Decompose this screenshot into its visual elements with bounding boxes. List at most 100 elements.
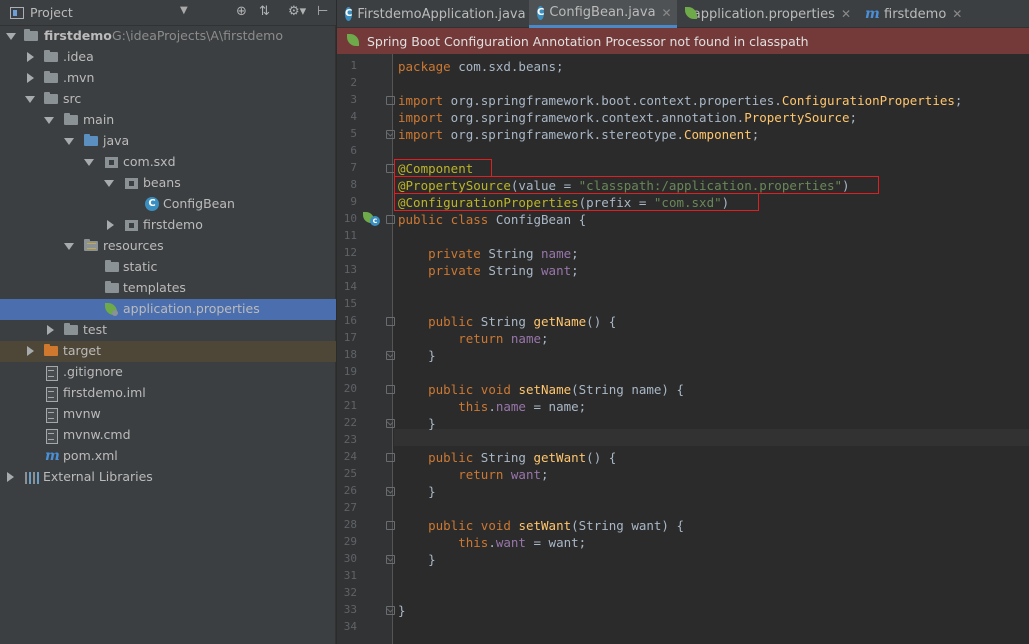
code-token: import (398, 93, 444, 108)
code-token: } (398, 416, 436, 431)
code-token: import (398, 110, 444, 125)
expand-arrow-icon[interactable] (6, 33, 16, 40)
line-number: 30 (343, 552, 357, 565)
tab-firstdemoapplication[interactable]: C FirstdemoApplication.java ✕ (337, 0, 542, 28)
tree-item-templates[interactable]: templates (0, 278, 336, 299)
tab-configbean[interactable]: C ConfigBean.java ✕ (529, 0, 677, 28)
tree-item-application-properties[interactable]: application.properties (0, 299, 336, 320)
tree-item-configbean[interactable]: C ConfigBean (0, 194, 336, 215)
line-number: 29 (343, 535, 357, 548)
collapse-all-icon[interactable]: ⇅ (259, 4, 270, 20)
tree-item-target[interactable]: target (0, 341, 336, 362)
folder-icon (64, 113, 80, 128)
code-token: name (510, 331, 542, 346)
collapse-arrow-icon[interactable] (7, 472, 14, 482)
tree-item-label: firstdemo (143, 217, 203, 232)
line-number: 4 (350, 110, 357, 123)
spring-bean-gutter-icon[interactable] (363, 212, 380, 226)
line-number: 25 (343, 467, 357, 480)
code-token: ; (954, 93, 963, 108)
line-number: 12 (343, 246, 357, 259)
line-number: 16 (343, 314, 357, 327)
project-header: Project ▼ ⊕ ⇅ ⚙▾ ⊢ (0, 0, 336, 26)
code-token: . (488, 399, 496, 414)
tab-firstdemo-pom[interactable]: m firstdemo ✕ (857, 0, 962, 28)
code-token: return (458, 331, 504, 346)
tree-item-resources[interactable]: resources (0, 236, 336, 257)
tree-item-com-sxd[interactable]: com.sxd (0, 152, 336, 173)
tab-label: FirstdemoApplication.java (357, 6, 526, 22)
line-number: 23 (343, 433, 357, 446)
code-line: public String getWant() { (398, 449, 616, 466)
code-line: public void setName(String name) { (398, 381, 684, 398)
line-number: 20 (343, 382, 357, 395)
line-number: 27 (343, 501, 357, 514)
tree-item-label: com.sxd (123, 154, 176, 169)
tree-item-label: mvnw.cmd (63, 427, 131, 442)
expand-arrow-icon[interactable] (25, 96, 35, 103)
code-line: } (398, 602, 406, 619)
collapse-arrow-icon[interactable] (27, 346, 34, 356)
line-number: 34 (343, 620, 357, 633)
tree-item-main[interactable]: main (0, 110, 336, 131)
chevron-down-icon[interactable]: ▼ (180, 5, 188, 16)
folder-icon (105, 281, 121, 296)
code-token: return (458, 467, 504, 482)
tree-item-java[interactable]: java (0, 131, 336, 152)
close-icon[interactable]: ✕ (952, 7, 962, 21)
tree-item-static[interactable]: static (0, 257, 336, 278)
collapse-arrow-icon[interactable] (27, 73, 34, 83)
tree-item-mvnw-cmd[interactable]: mvnw.cmd (0, 425, 336, 446)
gear-icon[interactable]: ⚙▾ (288, 4, 306, 20)
annotation-processor-warning-banner[interactable]: Spring Boot Configuration Annotation Pro… (337, 28, 1029, 54)
editor-gutter[interactable]: 1 2 3 4 5 6 7 8 9 10 11 12 13 14 15 16 17 18 19 20 21 22 23 24 2… (337, 54, 395, 644)
collapse-arrow-icon[interactable] (47, 325, 54, 335)
tree-item-beans[interactable]: beans (0, 173, 336, 194)
tree-item-mvn[interactable]: .mvn (0, 68, 336, 89)
line-number: 8 (350, 178, 357, 191)
tree-item-external-libraries[interactable]: External Libraries (0, 467, 336, 488)
expand-arrow-icon[interactable] (84, 159, 94, 166)
code-token: } (398, 603, 406, 618)
expand-arrow-icon[interactable] (64, 243, 74, 250)
project-title[interactable]: Project (30, 5, 73, 20)
close-icon[interactable]: ✕ (662, 6, 672, 20)
expand-arrow-icon[interactable] (64, 138, 74, 145)
tree-item-pom-xml[interactable]: m pom.xml (0, 446, 336, 467)
line-number: 11 (343, 229, 357, 242)
tree-item-mvnw[interactable]: mvnw (0, 404, 336, 425)
line-number: 6 (350, 144, 357, 157)
code-token: () { (586, 314, 617, 329)
expand-arrow-icon[interactable] (44, 117, 54, 124)
code-token: org.springframework.context.annotation. (443, 110, 745, 125)
tree-item-firstdemo-root[interactable]: firstdemo G:\ideaProjects\A\firstdemo (0, 26, 336, 47)
code-token: ; (541, 467, 549, 482)
code-token: (String name) { (571, 382, 685, 397)
code-line: this.name = name; (398, 398, 586, 415)
expand-arrow-icon[interactable] (104, 180, 114, 187)
annotation-highlight-box (394, 193, 759, 211)
hide-panel-icon[interactable]: ⊢ (317, 4, 328, 20)
collapse-arrow-icon[interactable] (27, 52, 34, 62)
project-path-hint: G:\ideaProjects\A\firstdemo (112, 28, 283, 43)
tree-item-src[interactable]: src (0, 89, 336, 110)
tree-item-gitignore[interactable]: .gitignore (0, 362, 336, 383)
code-token: ; (571, 246, 579, 261)
scroll-from-source-icon[interactable]: ⊕ (236, 4, 247, 20)
tree-item-test[interactable]: test (0, 320, 336, 341)
tree-item-firstdemo-package[interactable]: firstdemo (0, 215, 336, 236)
code-area[interactable]: package com.sxd.beans; import org.springf… (394, 54, 1029, 644)
close-icon[interactable]: ✕ (841, 7, 851, 21)
package-icon (124, 218, 140, 233)
code-line: return want; (398, 466, 549, 483)
tree-item-firstdemo-iml[interactable]: firstdemo.iml (0, 383, 336, 404)
code-token: String (480, 246, 542, 261)
collapse-arrow-icon[interactable] (107, 220, 114, 230)
tree-item-idea[interactable]: .idea (0, 47, 336, 68)
tree-item-label: src (63, 91, 82, 106)
tab-application-properties[interactable]: application.properties ✕ (677, 0, 857, 28)
